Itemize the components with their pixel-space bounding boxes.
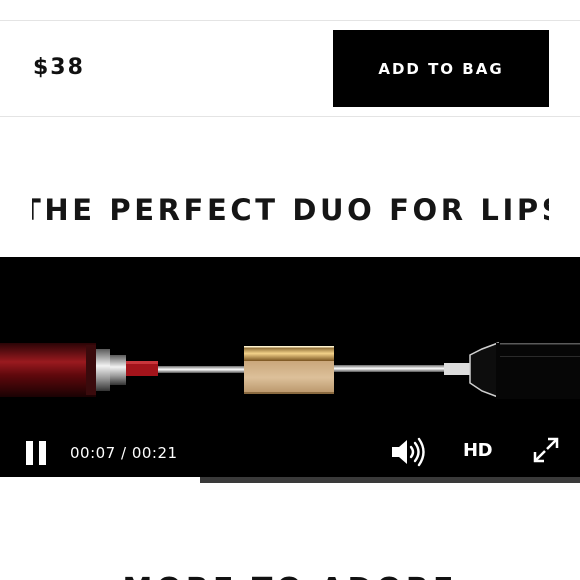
hd-toggle[interactable]: HD — [463, 440, 493, 461]
pause-icon — [26, 441, 33, 465]
volume-button[interactable] — [390, 437, 426, 467]
time-display: 00:07 / 00:21 — [70, 444, 178, 462]
speaker-volume-icon — [392, 437, 425, 467]
headline-container: THE PERFECT DUO FOR LIPS — [32, 190, 549, 234]
video-player[interactable]: 00:07 / 00:21 HD — [0, 257, 580, 483]
pause-button[interactable] — [24, 441, 48, 467]
expand-icon — [533, 437, 559, 463]
purchase-bar: $38 ADD TO BAG — [0, 21, 580, 116]
section-divider — [0, 116, 580, 117]
video-progress-bar[interactable] — [0, 477, 580, 483]
add-to-bag-button[interactable]: ADD TO BAG — [333, 30, 549, 107]
more-section-header: MORE TO ADORE — [0, 560, 580, 580]
fullscreen-button[interactable] — [532, 436, 560, 464]
price-label: $38 — [33, 55, 85, 80]
progress-fill — [0, 477, 200, 483]
more-to-adore-heading: MORE TO ADORE — [0, 572, 580, 580]
section-headline: THE PERFECT DUO FOR LIPS — [32, 193, 549, 227]
